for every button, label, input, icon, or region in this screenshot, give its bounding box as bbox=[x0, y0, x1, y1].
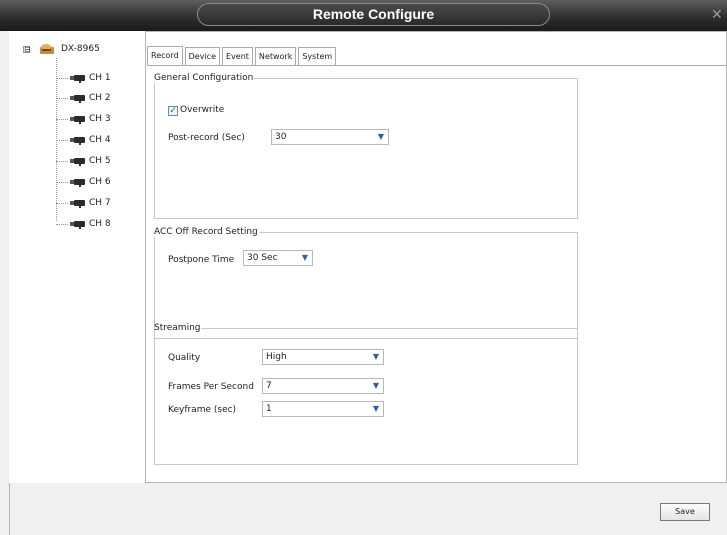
tree-item-label: CH 5 bbox=[89, 156, 111, 166]
postpone-time-label: Postpone Time bbox=[168, 255, 235, 265]
tree-connector bbox=[56, 160, 68, 162]
tree-item-label: CH 8 bbox=[89, 219, 111, 229]
keyframe-label: Keyframe (sec) bbox=[168, 405, 237, 415]
camera-icon bbox=[70, 157, 85, 166]
window-title: Remote Configure bbox=[197, 3, 550, 26]
chevron-down-icon: ▼ bbox=[372, 352, 380, 361]
camera-icon bbox=[70, 94, 85, 103]
device-tree: ⊟ DX-8965 CH 1 CH 2 CH 3 CH 4 CH 5 CH 6 CH 7 CH… bbox=[9, 31, 146, 483]
tree-connector bbox=[56, 181, 68, 183]
quality-label: Quality bbox=[168, 353, 201, 363]
save-button[interactable]: Save bbox=[660, 503, 710, 521]
post-record-select[interactable]: 30 ▼ bbox=[271, 129, 389, 145]
fps-label: Frames Per Second bbox=[168, 382, 254, 392]
tree-connector bbox=[56, 77, 68, 79]
camera-icon bbox=[70, 220, 85, 229]
tree-root-label: DX-8965 bbox=[61, 44, 100, 54]
chevron-down-icon: ▼ bbox=[377, 132, 385, 141]
tab-record[interactable]: Record bbox=[147, 46, 183, 66]
tree-item-ch2[interactable]: CH 2 bbox=[56, 91, 111, 105]
tree-item-ch5[interactable]: CH 5 bbox=[56, 154, 111, 168]
quality-value: High bbox=[266, 352, 287, 362]
fps-select[interactable]: 7 ▼ bbox=[262, 378, 384, 394]
keyframe-select[interactable]: 1 ▼ bbox=[262, 401, 384, 417]
tree-item-label: CH 6 bbox=[89, 177, 111, 187]
overwrite-label: Overwrite bbox=[180, 105, 225, 115]
collapse-icon[interactable]: ⊟ bbox=[23, 45, 31, 53]
tree-item-label: CH 1 bbox=[89, 73, 111, 83]
tree-item-ch1[interactable]: CH 1 bbox=[56, 71, 111, 85]
general-configuration-group: General Configuration bbox=[154, 73, 578, 219]
post-record-label: Post-record (Sec) bbox=[168, 133, 245, 143]
tree-item-ch7[interactable]: CH 7 bbox=[56, 196, 111, 210]
tree-connector bbox=[56, 97, 68, 99]
tree-item-ch3[interactable]: CH 3 bbox=[56, 112, 111, 126]
acc-off-record-legend: ACC Off Record Setting bbox=[154, 227, 258, 237]
tab-device[interactable]: Device bbox=[184, 47, 220, 65]
tree-item-label: CH 4 bbox=[89, 135, 111, 145]
overwrite-checkbox[interactable]: ✓ bbox=[168, 106, 178, 116]
tab-bar: Record Device Event Network System bbox=[147, 46, 338, 66]
tree-connector bbox=[56, 202, 68, 204]
chevron-down-icon: ▼ bbox=[301, 253, 309, 262]
close-icon[interactable]: ✕ bbox=[711, 7, 725, 23]
tree-connector bbox=[56, 118, 68, 120]
tree-item-ch6[interactable]: CH 6 bbox=[56, 175, 111, 189]
tree-connector bbox=[56, 139, 68, 141]
tree-item-label: CH 7 bbox=[89, 198, 111, 208]
postpone-time-select[interactable]: 30 Sec ▼ bbox=[243, 250, 313, 266]
chevron-down-icon: ▼ bbox=[372, 404, 380, 413]
chevron-down-icon: ▼ bbox=[372, 381, 380, 390]
streaming-legend: Streaming bbox=[154, 323, 201, 333]
tree-item-label: CH 2 bbox=[89, 93, 111, 103]
tree-item-label: CH 3 bbox=[89, 114, 111, 124]
tree-connector bbox=[56, 223, 68, 225]
camera-icon bbox=[70, 115, 85, 124]
dvr-device-icon bbox=[40, 44, 54, 54]
tab-divider bbox=[147, 65, 727, 66]
tree-item-ch4[interactable]: CH 4 bbox=[56, 133, 111, 147]
record-panel: Record Device Event Network System Gener… bbox=[147, 31, 727, 483]
postpone-time-value: 30 Sec bbox=[247, 253, 278, 263]
fps-value: 7 bbox=[266, 381, 272, 391]
streaming-group: Streaming bbox=[154, 323, 578, 465]
camera-icon bbox=[70, 178, 85, 187]
title-bar: Remote Configure ✕ bbox=[0, 0, 727, 31]
tree-item-ch8[interactable]: CH 8 bbox=[56, 217, 111, 231]
post-record-value: 30 bbox=[275, 132, 287, 142]
keyframe-value: 1 bbox=[266, 404, 272, 414]
tab-network[interactable]: Network bbox=[254, 47, 297, 65]
general-configuration-legend: General Configuration bbox=[154, 73, 254, 83]
quality-select[interactable]: High ▼ bbox=[262, 349, 384, 365]
tab-event[interactable]: Event bbox=[222, 47, 253, 65]
camera-icon bbox=[70, 199, 85, 208]
camera-icon bbox=[70, 74, 85, 83]
footer-bar: Save bbox=[9, 483, 727, 535]
camera-icon bbox=[70, 136, 85, 145]
tab-system[interactable]: System bbox=[298, 47, 337, 65]
tree-root-dx-8965[interactable]: ⊟ DX-8965 bbox=[23, 42, 100, 56]
